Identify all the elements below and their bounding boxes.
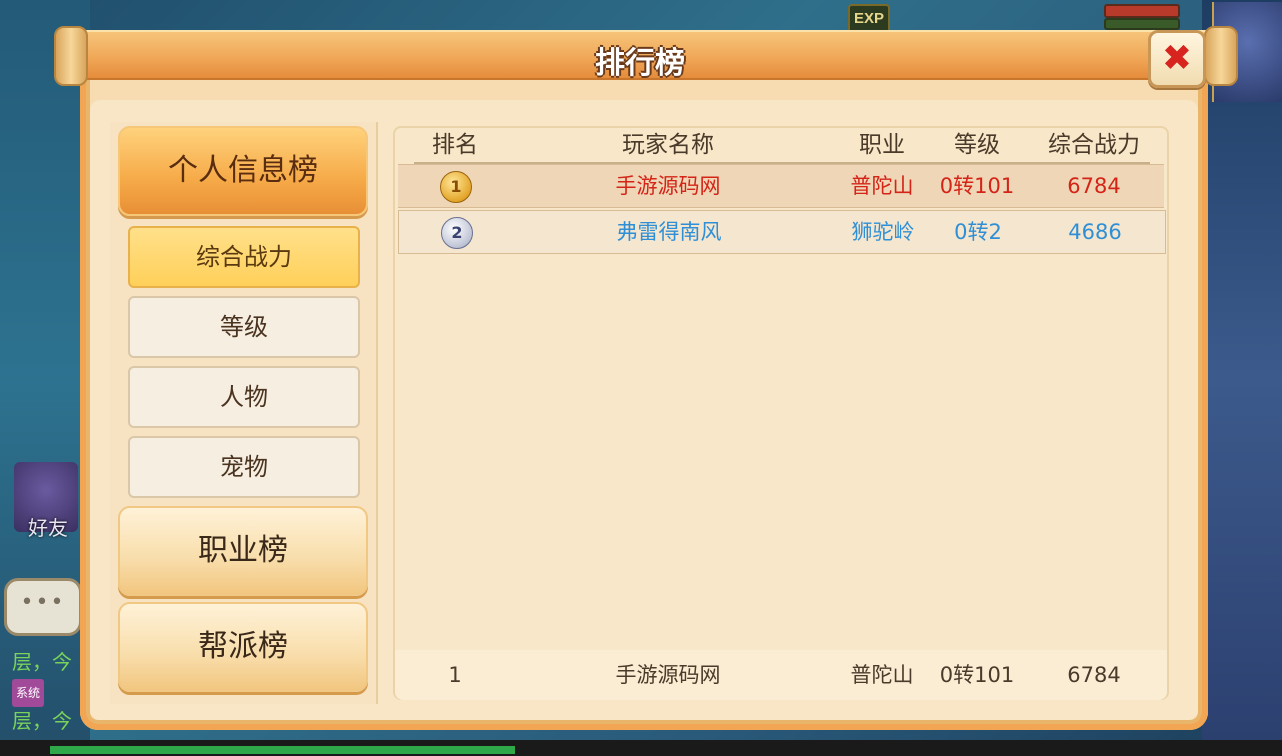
header-power: 综合战力 (1048, 132, 1140, 158)
gold-medal-icon: 1 (440, 171, 472, 203)
header-level: 等级 (954, 132, 1000, 158)
row-level: 0转2 (954, 220, 1002, 244)
chat-line: 层，今 (12, 709, 72, 733)
row-player-name: 手游源码网 (615, 174, 721, 198)
subtab-power[interactable]: 综合战力 (128, 226, 360, 288)
row-player-name: 弗雷得南风 (616, 220, 722, 244)
row-power: 6784 (1067, 174, 1121, 198)
my-power: 6784 (1067, 663, 1121, 687)
silver-medal-icon: 2 (441, 217, 473, 249)
subtab-level[interactable]: 等级 (128, 296, 360, 358)
close-button[interactable]: ✖ (1148, 30, 1206, 88)
friend-label: 好友 (28, 518, 68, 540)
exp-progress-bar (0, 740, 1282, 756)
table-header: 排名 玩家名称 职业 等级 综合战力 (414, 128, 1150, 164)
table-row[interactable]: 1 手游源码网 普陀山 0转101 6784 (398, 164, 1164, 208)
chat-line: 层，今 (12, 650, 72, 674)
mp-bar (1104, 18, 1180, 30)
my-player-name: 手游源码网 (615, 663, 721, 687)
window-title: 排行榜 (595, 46, 685, 81)
my-level: 0转101 (939, 663, 1015, 687)
header-rank: 排名 (432, 132, 478, 158)
system-badge: 系统 (12, 679, 45, 707)
row-power: 4686 (1068, 220, 1122, 244)
exp-progress-fill (50, 746, 515, 754)
subtab-pet[interactable]: 宠物 (128, 436, 360, 498)
row-class: 狮驼岭 (851, 220, 915, 244)
header-class: 职业 (859, 132, 905, 158)
subtab-character[interactable]: 人物 (128, 366, 360, 428)
game-background-left (0, 0, 90, 756)
hp-bar (1104, 4, 1180, 18)
close-icon: ✖ (1161, 38, 1193, 79)
chat-icon: ••• (20, 590, 66, 615)
chat-line-system: 系统 (12, 676, 72, 707)
my-rank: 1 (448, 663, 462, 687)
scroll-ornament-right (1204, 26, 1238, 86)
table-row[interactable]: 2 弗雷得南风 狮驼岭 0转2 4686 (398, 210, 1166, 254)
chat-log: 层，今 系统 层，今 (12, 648, 72, 735)
category-class[interactable]: 职业榜 (118, 506, 368, 596)
chat-button[interactable]: ••• (4, 578, 82, 636)
category-guild[interactable]: 帮派榜 (118, 602, 368, 692)
row-level: 0转101 (939, 174, 1015, 198)
category-personal-info[interactable]: 个人信息榜 (118, 126, 368, 216)
header-player: 玩家名称 (622, 132, 714, 158)
my-rank-row: 1 手游源码网 普陀山 0转101 6784 (395, 650, 1167, 700)
my-class: 普陀山 (850, 663, 914, 687)
game-background-right (1202, 0, 1282, 756)
row-class: 普陀山 (850, 174, 914, 198)
scroll-ornament-left (54, 26, 88, 86)
